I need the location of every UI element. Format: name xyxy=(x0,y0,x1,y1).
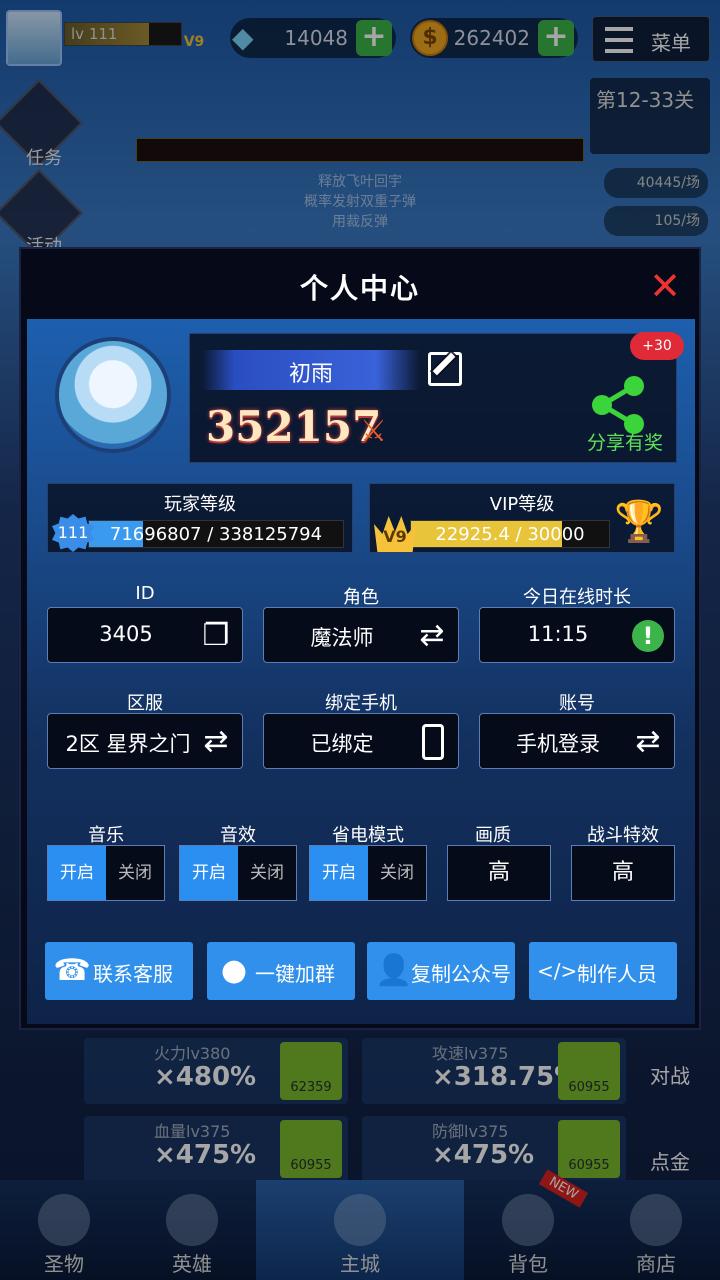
online-time-field: 11:15 ! xyxy=(479,607,675,663)
online-time-value: 11:15 xyxy=(527,622,589,646)
join-group-button[interactable]: ● 一键加群 xyxy=(207,942,355,1000)
sfx-toggle: 开启 关闭 xyxy=(179,845,297,901)
power-save-on-button[interactable]: 开启 xyxy=(310,846,368,900)
sfx-off-button[interactable]: 关闭 xyxy=(238,846,296,900)
customer-service-icon: ☎ xyxy=(53,953,91,988)
player-level-box: 玩家等级 71696807 / 338125794 111 xyxy=(47,483,353,553)
copy-icon[interactable]: ❐ xyxy=(200,620,232,652)
account-label: 账号 xyxy=(559,693,595,714)
swap-icon[interactable]: ⇄ xyxy=(632,726,664,758)
quality-label: 画质 xyxy=(475,825,511,846)
id-field: 3405 ❐ xyxy=(47,607,243,663)
action-label: 制作人员 xyxy=(577,962,657,986)
contact-support-button[interactable]: ☎ 联系客服 xyxy=(45,942,193,1000)
role-value: 魔法师 xyxy=(310,626,374,650)
player-level-title: 玩家等级 xyxy=(164,494,236,515)
combat-power: 352157 xyxy=(206,402,382,451)
phone-icon[interactable] xyxy=(422,724,444,760)
sfx-on-button[interactable]: 开启 xyxy=(180,846,238,900)
code-icon: </> xyxy=(537,959,578,983)
profile-box: 初雨 352157 ⚔ 分享有奖 +30 xyxy=(189,332,684,463)
action-label: 一键加群 xyxy=(255,962,335,986)
personal-center-panel: 个人中心 ✕ 初雨 352157 ⚔ 分享有奖 +30 玩家等级 7169680… xyxy=(19,247,701,1030)
vip-level-progress-text: 22925.4 / 30000 xyxy=(435,524,585,545)
credits-button[interactable]: </> 制作人员 xyxy=(529,942,677,1000)
role-field: 魔法师 ⇄ xyxy=(263,607,459,663)
id-value: 3405 xyxy=(99,622,153,646)
bind-phone-field: 已绑定 xyxy=(263,713,459,769)
action-label: 复制公众号 xyxy=(411,962,511,986)
share-reward-badge: +30 xyxy=(630,332,684,360)
music-on-button[interactable]: 开启 xyxy=(48,846,106,900)
sfx-label: 音效 xyxy=(220,825,256,846)
bind-phone-value: 已绑定 xyxy=(310,732,374,756)
penguin-icon: ● xyxy=(220,953,248,988)
panel-body: 初雨 352157 ⚔ 分享有奖 +30 玩家等级 71696807 / 338… xyxy=(27,319,695,1024)
power-save-toggle: 开启 关闭 xyxy=(309,845,427,901)
server-field: 2区 星界之门 ⇄ xyxy=(47,713,243,769)
account-field: 手机登录 ⇄ xyxy=(479,713,675,769)
power-save-off-button[interactable]: 关闭 xyxy=(368,846,426,900)
action-label: 联系客服 xyxy=(93,962,173,986)
battle-fx-label: 战斗特效 xyxy=(587,825,659,846)
vip-crown-icon: V9 xyxy=(374,516,416,552)
music-label: 音乐 xyxy=(88,825,124,846)
swap-icon[interactable]: ⇄ xyxy=(200,726,232,758)
trophy-icon[interactable]: 🏆 xyxy=(614,498,664,545)
edit-icon[interactable] xyxy=(428,352,462,386)
online-time-label: 今日在线时长 xyxy=(523,587,631,608)
user-icon: 👤 xyxy=(375,953,413,988)
music-toggle: 开启 关闭 xyxy=(47,845,165,901)
close-icon[interactable]: ✕ xyxy=(647,267,683,305)
panel-title: 个人中心 xyxy=(299,272,420,305)
account-value: 手机登录 xyxy=(516,732,600,756)
role-label: 角色 xyxy=(343,587,379,608)
power-save-label: 省电模式 xyxy=(332,825,404,846)
player-level-progress: 71696807 / 338125794 xyxy=(88,520,344,548)
crossed-swords-icon: ⚔ xyxy=(360,414,387,449)
share-icon[interactable] xyxy=(588,374,650,436)
id-label: ID xyxy=(135,583,155,604)
vip-level-progress: 22925.4 / 30000 xyxy=(410,520,610,548)
quality-button[interactable]: 高 xyxy=(447,845,551,901)
profile-avatar[interactable] xyxy=(55,337,171,453)
bind-phone-label: 绑定手机 xyxy=(325,693,397,714)
server-value: 2区 星界之门 xyxy=(65,732,191,756)
battle-fx-button[interactable]: 高 xyxy=(571,845,675,901)
warning-icon[interactable]: ! xyxy=(632,620,664,652)
vip-level-box: VIP等级 22925.4 / 30000 V9 🏆 xyxy=(369,483,675,553)
player-level-progress-text: 71696807 / 338125794 xyxy=(109,524,323,545)
copy-official-account-button[interactable]: 👤 复制公众号 xyxy=(367,942,515,1000)
player-name: 初雨 xyxy=(288,362,333,387)
share-reward-label[interactable]: 分享有奖 xyxy=(580,428,670,455)
swap-icon[interactable]: ⇄ xyxy=(416,620,448,652)
server-label: 区服 xyxy=(127,693,163,714)
music-off-button[interactable]: 关闭 xyxy=(106,846,164,900)
